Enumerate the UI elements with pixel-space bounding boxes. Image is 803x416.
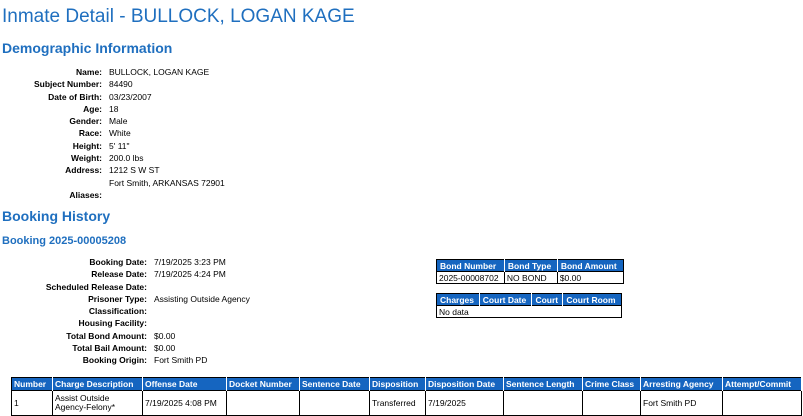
charge-number-cell: 1 [11,390,53,416]
height-value: 5' 11" [109,140,130,151]
booking-title: Booking 2025-00005208 [2,235,127,247]
court-date-header: Court Date [479,293,533,306]
page-title: Inmate Detail - BULLOCK, LOGAN KAGE [2,6,355,27]
subject-number-label: Subject Number: [33,79,102,90]
crime-class-cell [582,390,641,416]
race-label: Race: [78,128,102,139]
charge-description-cell: Assist Outside Agency-Felony* [52,390,143,416]
disposition-header: Disposition [369,377,426,391]
docket-number-header: Docket Number [226,377,300,391]
attempt-commit-header: Attempt/Commit [722,377,802,391]
weight-value: 200.0 lbs [109,153,144,164]
booking-details: Booking Date: 7/19/2025 3:23 PM Release D… [0,256,250,367]
total-bail-value: $0.00 [154,343,176,354]
number-header: Number [11,377,53,391]
subject-number-value: 84490 [109,79,133,90]
charges-header: Charges [436,293,480,306]
weight-label: Weight: [70,153,102,164]
bond-number-header: Bond Number [436,259,505,272]
demographic-details: Name: BULLOCK, LOGAN KAGE Subject Number:… [0,66,225,201]
classification-label: Classification: [88,306,147,317]
dob-label: Date of Birth: [48,91,102,102]
dob-value: 03/23/2007 [109,91,152,102]
race-value: White [109,128,131,139]
prisoner-type-label: Prisoner Type: [88,293,147,304]
aliases-label: Aliases: [69,189,102,200]
bond-type-cell: NO BOND [504,271,558,284]
address-label: Address: [65,165,102,176]
disposition-date-cell: 7/19/2025 [425,390,504,416]
charge-description-header: Charge Description [52,377,143,391]
table-row: 2025-00008702 NO BOND $0.00 [436,271,624,284]
docket-number-cell [226,390,300,416]
total-bond-value: $0.00 [154,330,176,341]
total-bond-label: Total Bond Amount: [66,330,147,341]
sentence-length-cell [503,390,583,416]
release-date-value: 7/19/2025 4:24 PM [154,269,226,280]
no-data-cell: No data [436,305,622,318]
name-label: Name: [76,67,102,77]
booking-date-label: Booking Date: [89,257,147,267]
name-value: BULLOCK, LOGAN KAGE [109,67,210,77]
total-bail-label: Total Bail Amount: [72,343,147,354]
bond-type-header: Bond Type [504,259,558,272]
bond-amount-cell: $0.00 [557,271,624,284]
age-value: 18 [109,103,119,114]
address-line1: 1212 S W ST [109,165,160,176]
gender-value: Male [109,116,128,127]
court-table: Charges Court Date Court Court Room No d… [436,293,622,318]
demographic-heading: Demographic Information [2,40,173,56]
arresting-agency-header: Arresting Agency [640,377,723,391]
booking-origin-value: Fort Smith PD [154,355,208,366]
table-row: 1 Assist Outside Agency-Felony* 7/19/202… [11,390,802,416]
court-room-header: Court Room [562,293,622,306]
housing-facility-label: Housing Facility: [78,318,147,329]
disposition-date-header: Disposition Date [425,377,504,391]
sentence-date-header: Sentence Date [299,377,370,391]
address-line2: Fort Smith, ARKANSAS 72901 [109,177,225,188]
bond-number-cell: 2025-00008702 [436,271,505,284]
sentence-length-header: Sentence Length [503,377,583,391]
prisoner-type-value: Assisting Outside Agency [154,293,250,304]
booking-date-value: 7/19/2025 3:23 PM [154,257,226,267]
age-label: Age: [83,103,102,114]
disposition-cell: Transferred [369,390,426,416]
arresting-agency-cell: Fort Smith PD [640,390,723,416]
court-header: Court [531,293,564,306]
attempt-commit-cell [722,390,802,416]
offense-date-cell: 7/19/2025 4:08 PM [142,390,227,416]
offense-date-header: Offense Date [142,377,227,391]
booking-origin-label: Booking Origin: [82,355,147,366]
scheduled-release-label: Scheduled Release Date: [45,281,147,292]
charges-table: Number Charge Description Offense Date D… [11,377,802,416]
crime-class-header: Crime Class [582,377,641,391]
booking-history-heading: Booking History [2,208,111,224]
height-label: Height: [72,140,102,151]
sentence-date-cell [299,390,370,416]
bond-amount-header: Bond Amount [557,259,624,272]
release-date-label: Release Date: [91,269,147,280]
bond-table: Bond Number Bond Type Bond Amount 2025-0… [436,259,624,284]
gender-label: Gender: [69,116,102,127]
